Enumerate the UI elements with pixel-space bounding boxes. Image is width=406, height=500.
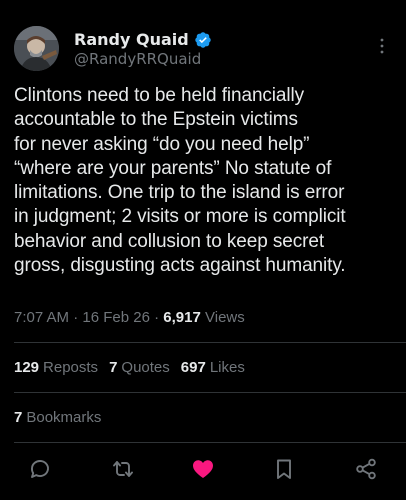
meta-separator: · [73, 309, 79, 326]
bookmarks-label: Bookmarks [26, 409, 102, 426]
share-icon [356, 458, 376, 480]
quotes-count: 7 [109, 359, 118, 376]
tweet-text: Clintons need to be held financially acc… [14, 85, 346, 277]
reply-button[interactable] [27, 456, 53, 482]
reposts-label: Reposts [43, 359, 99, 376]
bookmarks-count: 7 [14, 409, 23, 426]
meta-separator-2: · [154, 309, 160, 326]
reply-icon [31, 460, 49, 478]
likes-label: Likes [209, 359, 245, 376]
likes-stat[interactable]: 697 Likes [181, 359, 245, 376]
share-button[interactable] [353, 456, 379, 482]
likes-count: 697 [180, 359, 206, 376]
divider [14, 442, 406, 443]
author-name-row: Randy Quaid [74, 30, 212, 49]
tweet-date[interactable]: 16 Feb 26 [82, 309, 150, 326]
like-button[interactable] [190, 456, 216, 482]
bookmark-button[interactable] [271, 456, 297, 482]
repost-button[interactable] [110, 456, 136, 482]
author-display-name[interactable]: Randy Quaid [74, 30, 189, 49]
quotes-stat[interactable]: 7 Quotes [109, 359, 170, 376]
reposts-stat[interactable]: 129 Reposts [14, 359, 98, 376]
action-bar [0, 456, 406, 482]
divider [14, 342, 406, 343]
views-count[interactable]: 6,917 [163, 309, 201, 326]
quotes-label: Quotes [121, 359, 170, 376]
divider [14, 392, 406, 393]
avatar[interactable] [14, 26, 59, 71]
like-icon [193, 460, 213, 478]
tweet-meta: 7:07 AM · 16 Feb 26 · 6,917 Views [14, 309, 245, 326]
bookmarks-stat[interactable]: 7 Bookmarks [14, 409, 101, 426]
tweet-time[interactable]: 7:07 AM [14, 309, 69, 326]
avatar-image [14, 26, 59, 71]
engagement-stats: 129 Reposts 7 Quotes 697 Likes [14, 359, 245, 376]
verified-badge-icon [194, 31, 212, 49]
author-handle[interactable]: @RandyRRQuaid [74, 50, 201, 68]
views-label: Views [205, 309, 245, 326]
reposts-count: 129 [14, 359, 40, 376]
more-options-icon[interactable] [374, 36, 390, 56]
repost-icon [113, 461, 133, 477]
bookmark-icon [277, 459, 291, 479]
